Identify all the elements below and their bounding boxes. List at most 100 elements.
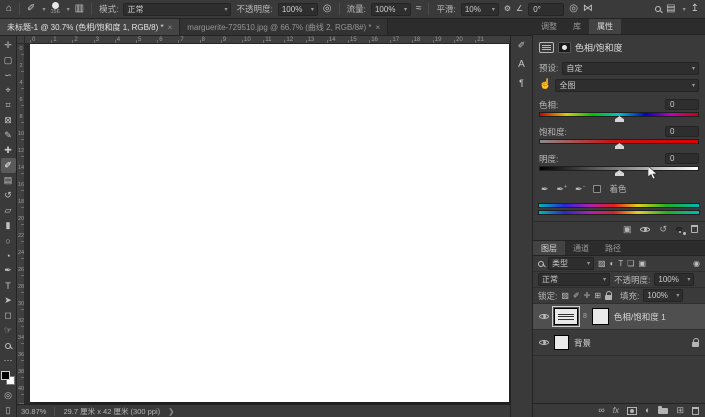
symmetry-icon[interactable]: ⋈ [583, 4, 593, 14]
quick-mask-button[interactable]: ◎ [1, 388, 16, 403]
filter-type-select[interactable]: 类型▾ [548, 257, 594, 270]
document-tab-untitled[interactable]: 未标题-1 @ 30.7% (色相/饱和度 1, RGB/8) * × [0, 19, 180, 35]
new-group-icon[interactable] [658, 408, 668, 414]
marquee-tool[interactable]: ▢ [1, 53, 16, 68]
new-layer-icon[interactable]: ⊞ [676, 406, 684, 415]
link-layers-icon[interactable]: ∞ [598, 406, 604, 415]
airbrush-icon[interactable]: ≈ [416, 4, 422, 14]
hand-tool[interactable]: ☞ [1, 323, 16, 338]
pen-tool[interactable]: ✒ [1, 263, 16, 278]
vertical-ruler[interactable]: 024681012141618202224262830323436384042 [17, 44, 25, 404]
tab-close-icon[interactable]: × [168, 23, 173, 32]
clip-to-layer-icon[interactable]: ▣ [623, 225, 632, 234]
layer-visibility-eye-icon[interactable] [539, 338, 549, 347]
object-selection-tool[interactable]: ⌖ [1, 83, 16, 98]
foreground-color-swatch[interactable] [1, 371, 10, 380]
hue-value-input[interactable]: 0 [665, 99, 699, 110]
chevron-down-icon[interactable]: ▾ [683, 6, 686, 13]
tab-properties[interactable]: 属性 [589, 19, 621, 34]
brush-tool-icon[interactable]: ✐ [27, 4, 35, 14]
tab-channels[interactable]: 通道 [565, 241, 597, 255]
brush-angle-input[interactable]: 0° [528, 3, 564, 16]
frame-tool[interactable]: ⊠ [1, 113, 16, 128]
add-mask-icon[interactable] [627, 407, 637, 415]
layer-mask-icon[interactable] [558, 42, 571, 53]
eyedropper-subtract-icon[interactable]: ✒− [575, 184, 585, 195]
gear-icon[interactable]: ⚙ [504, 5, 511, 13]
layer-row-background[interactable]: 背景 [533, 330, 705, 356]
ruler-origin-corner[interactable] [17, 36, 25, 44]
lasso-tool[interactable]: ∽ [1, 68, 16, 83]
preset-select[interactable]: 自定▾ [562, 62, 699, 75]
saturation-value-input[interactable]: 0 [665, 126, 699, 137]
layer-visibility-eye-icon[interactable] [539, 312, 549, 321]
lock-transparent-pixels-icon[interactable]: ▨ [561, 291, 569, 300]
lock-image-pixels-icon[interactable]: ✐ [573, 291, 580, 300]
gradient-tool[interactable]: ▮ [1, 218, 16, 233]
brush-tool[interactable]: ✐ [1, 158, 16, 173]
move-tool[interactable]: ✛ [1, 38, 16, 53]
chevron-down-icon[interactable]: ▾ [42, 6, 45, 13]
delete-layer-icon[interactable] [692, 407, 699, 415]
color-swatches[interactable] [1, 371, 15, 385]
tab-libraries[interactable]: 库 [565, 19, 589, 34]
eyedropper-tool[interactable]: ✎ [1, 128, 16, 143]
pressure-opacity-icon[interactable]: ◎ [323, 4, 332, 14]
layer-style-fx-icon[interactable]: fx [613, 406, 619, 415]
mask-link-icon[interactable]: 8 [583, 313, 587, 320]
lock-position-icon[interactable]: ✛ [584, 291, 591, 300]
brush-preset-picker[interactable]: 156 [50, 2, 59, 16]
view-previous-state-icon[interactable] [640, 225, 650, 234]
filter-smart-objects-icon[interactable]: ▣ [638, 259, 646, 268]
filter-shape-layers-icon[interactable]: ❏ [627, 259, 634, 268]
reset-icon[interactable]: ↺ [659, 225, 667, 234]
status-chevron-icon[interactable]: ❯ [168, 407, 174, 416]
background-layer-thumbnail[interactable] [554, 335, 569, 350]
layer-opacity-select[interactable]: 100%▾ [654, 273, 694, 286]
character-panel-icon[interactable]: A [518, 59, 525, 70]
layer-row-hue-saturation[interactable]: 8 色相/饱和度 1 [533, 304, 705, 330]
zoom-level-input[interactable]: 30.87% [21, 407, 46, 416]
tab-layers[interactable]: 图层 [533, 241, 565, 255]
crop-tool[interactable]: ⌗ [1, 98, 16, 113]
tab-close-icon[interactable]: × [376, 23, 381, 32]
saturation-slider[interactable] [539, 138, 699, 148]
canvas[interactable] [30, 44, 509, 402]
eraser-tool[interactable]: ▱ [1, 203, 16, 218]
saturation-slider-track[interactable] [539, 139, 699, 144]
brush-settings-panel-toggle-icon[interactable]: ▥ [75, 4, 84, 14]
layer-visibility-toggle[interactable] [676, 227, 682, 231]
filter-type-layers-icon[interactable]: T [618, 259, 623, 268]
hue-slider-track[interactable] [539, 112, 699, 117]
adjustment-layer-thumbnail[interactable] [554, 308, 578, 325]
screen-mode-button[interactable]: ▯ [1, 403, 16, 417]
tab-paths[interactable]: 路径 [597, 241, 629, 255]
eyedropper-add-icon[interactable]: ✒+ [557, 184, 567, 195]
filter-toggle-icon[interactable]: ◉ [693, 259, 700, 268]
layer-mask-thumbnail[interactable] [592, 308, 609, 325]
channel-select[interactable]: 全图▾ [555, 79, 699, 92]
share-icon[interactable]: ↥ [691, 4, 699, 14]
tab-adjustments[interactable]: 调整 [533, 19, 565, 34]
eyedropper-icon[interactable]: ✒ [541, 184, 549, 195]
blur-tool[interactable]: ○ [1, 233, 16, 248]
new-adjustment-layer-icon[interactable]: ◐ [645, 406, 650, 415]
lock-all-icon[interactable] [605, 295, 612, 300]
chevron-down-icon[interactable]: ▾ [67, 6, 70, 13]
opacity-select[interactable]: 100%▾ [278, 3, 318, 16]
filter-pixel-layers-icon[interactable]: ▨ [598, 259, 606, 268]
brush-settings-panel-icon[interactable]: ✐ [518, 40, 526, 51]
history-brush-tool[interactable]: ↺ [1, 188, 16, 203]
zoom-tool[interactable] [1, 338, 16, 353]
path-selection-tool[interactable]: ➤ [1, 293, 16, 308]
layer-name[interactable]: 色相/饱和度 1 [614, 311, 666, 323]
filter-adjustment-layers-icon[interactable]: ◐ [610, 259, 615, 268]
smoothing-select[interactable]: 10%▾ [461, 3, 499, 16]
lock-artboard-icon[interactable]: ⊞ [594, 291, 601, 300]
search-icon[interactable] [655, 6, 661, 12]
blend-mode-select[interactable]: 正常▾ [123, 3, 231, 16]
horizontal-ruler[interactable]: 0123456789101112131415161718192021 [25, 36, 510, 44]
lightness-value-input[interactable]: 0 [665, 153, 699, 164]
layer-fill-select[interactable]: 100%▾ [643, 289, 683, 302]
spot-healing-tool[interactable]: ✚ [1, 143, 16, 158]
